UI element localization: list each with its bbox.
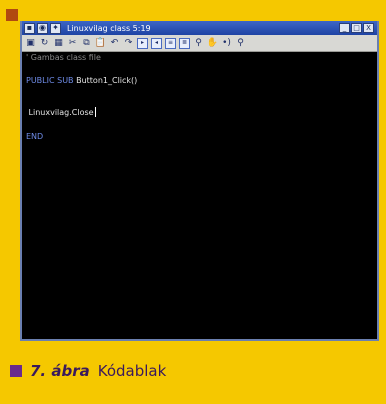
code-editor-window: ▪ ◉ ✦ Linuxvilag class 5:19 _ □ X ▣ ↻ ▦ …	[20, 21, 379, 341]
corner-marker	[6, 9, 18, 21]
keyword-public-sub: PUBLIC SUB	[26, 76, 74, 85]
caption-square-icon	[10, 365, 22, 377]
code-line-body: Linuxvilag.Close	[26, 107, 96, 117]
text-cursor	[94, 107, 96, 117]
window-titlebar[interactable]: ▪ ◉ ✦ Linuxvilag class 5:19 _ □ X	[22, 21, 377, 35]
cut-icon[interactable]: ✂	[67, 38, 78, 49]
shade-icon[interactable]: ✦	[50, 22, 61, 34]
editor-toolbar: ▣ ↻ ▦ ✂ ⧉ 📋 ↶ ↷ ▸ ◂ ≡ ≣ ⚲ ✋ •) ⚲	[22, 35, 377, 52]
refresh-icon[interactable]: ↻	[39, 38, 50, 49]
code-line-sub: PUBLIC SUB Button1_Click()	[26, 76, 137, 85]
copy-icon[interactable]: ⧉	[81, 38, 92, 49]
undo-icon[interactable]: ↶	[109, 38, 120, 49]
unindent-icon[interactable]: ◂	[151, 37, 162, 49]
body-statement: Linuxvilag.Close	[26, 108, 94, 117]
uncomment-icon[interactable]: ≣	[179, 37, 190, 49]
magnifier-icon[interactable]: ⚲	[235, 38, 246, 49]
figure-number: 7. ábra	[30, 362, 90, 380]
sub-name: Button1_Click()	[73, 76, 138, 85]
figure-caption: 7. ábra Kódablak	[10, 362, 166, 380]
hand-icon[interactable]: ✋	[207, 38, 218, 49]
figure-title: Kódablak	[97, 362, 167, 380]
breakpoint-icon[interactable]: •)	[221, 38, 232, 49]
redo-icon[interactable]: ↷	[123, 38, 134, 49]
sticky-icon[interactable]: ◉	[37, 22, 48, 34]
code-line-end: END	[26, 132, 44, 141]
binoculars-icon[interactable]: ⚲	[193, 38, 204, 49]
maximize-button[interactable]: □	[351, 23, 362, 33]
save-icon[interactable]: ▣	[25, 38, 36, 49]
comment-icon[interactable]: ≡	[165, 37, 176, 49]
code-area[interactable]: ' Gambas class file PUBLIC SUB Button1_C…	[22, 52, 377, 339]
window-title: Linuxvilag class 5:19	[67, 23, 151, 33]
close-button[interactable]: X	[363, 23, 374, 33]
window-menu-icon[interactable]: ▪	[24, 22, 35, 34]
minimize-button[interactable]: _	[339, 23, 350, 33]
indent-icon[interactable]: ▸	[137, 37, 148, 49]
grid-icon[interactable]: ▦	[53, 38, 64, 49]
code-comment: ' Gambas class file	[26, 53, 101, 62]
paste-icon[interactable]: 📋	[95, 38, 106, 49]
